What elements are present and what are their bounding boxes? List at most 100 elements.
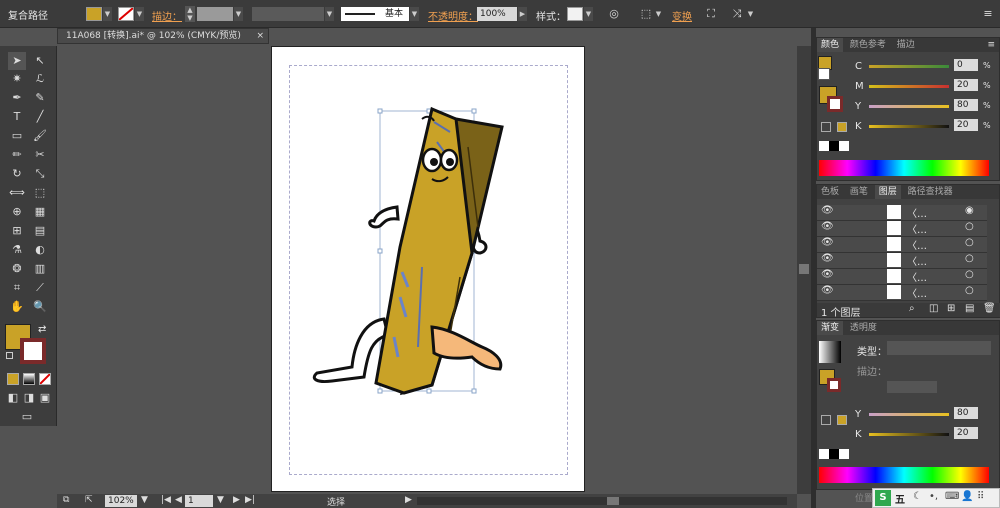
shape-builder-tool-icon[interactable]: ⊕ bbox=[8, 203, 26, 221]
channel-m-value[interactable]: 20 bbox=[954, 79, 978, 91]
stroke-weight-input[interactable] bbox=[197, 7, 233, 21]
new-sublayer-icon[interactable]: ⊞ bbox=[947, 303, 955, 314]
next-artboard-button[interactable]: ▶ bbox=[233, 495, 240, 505]
gradient-tool-icon[interactable]: ▤ bbox=[31, 222, 49, 240]
scale-tool-icon[interactable]: ⤡ bbox=[31, 165, 49, 183]
direct-selection-tool-icon[interactable]: ↖ bbox=[31, 52, 49, 70]
tab-transparency[interactable]: 透明度 bbox=[846, 321, 881, 335]
zoom-tool-icon[interactable]: 🔍 bbox=[31, 298, 49, 316]
tab-pathfinder[interactable]: 路径查找器 bbox=[904, 185, 957, 199]
channel-c-slider[interactable] bbox=[869, 65, 949, 68]
transform-link[interactable]: 变换 bbox=[672, 8, 692, 23]
style-dropdown[interactable]: ▼ bbox=[584, 7, 593, 21]
color-spectrum[interactable] bbox=[819, 160, 989, 176]
zoom-input[interactable]: 102% bbox=[105, 495, 137, 507]
ime-user-icon[interactable]: 👤 bbox=[961, 491, 973, 502]
gradient-black-swatch[interactable] bbox=[829, 449, 839, 459]
horizontal-scrollbar[interactable] bbox=[417, 497, 787, 505]
ime-moon-icon[interactable]: ☾ bbox=[913, 491, 922, 502]
pen-tool-icon[interactable]: ✒ bbox=[8, 89, 26, 107]
stroke-stepper[interactable]: ▲ ▼ bbox=[185, 6, 195, 22]
channel-k-slider[interactable] bbox=[869, 125, 949, 128]
artboard-number-input[interactable]: 1 bbox=[185, 495, 213, 507]
visibility-eye-icon[interactable]: 👁 bbox=[821, 285, 834, 296]
visibility-eye-icon[interactable]: 👁 bbox=[821, 253, 834, 264]
mesh-tool-icon[interactable]: ⊞ bbox=[8, 222, 26, 240]
recolor-icon[interactable]: ◎ bbox=[606, 6, 622, 22]
stroke-dropdown[interactable]: ▼ bbox=[135, 7, 144, 21]
fill-swatch[interactable] bbox=[86, 7, 102, 21]
curvature-tool-icon[interactable]: ✎ bbox=[31, 89, 49, 107]
variable-width-select[interactable] bbox=[252, 7, 324, 21]
ime-mode[interactable]: 五 bbox=[895, 491, 905, 506]
target-circle-icon[interactable]: ○ bbox=[965, 269, 974, 280]
status-menu-arrow[interactable]: ▶ bbox=[405, 495, 412, 505]
column-graph-tool-icon[interactable]: ▥ bbox=[31, 260, 49, 278]
paintbrush-tool-icon[interactable]: 🖌 bbox=[31, 127, 49, 145]
channel-y-value[interactable]: 80 bbox=[954, 99, 978, 111]
layer-name[interactable]: 〈… bbox=[907, 205, 927, 220]
type-tool-icon[interactable]: T bbox=[8, 108, 26, 126]
draw-inside-icon[interactable]: ▣ bbox=[36, 389, 54, 407]
gradient-stroke-swatch[interactable] bbox=[827, 378, 841, 392]
panel-menu-icon[interactable]: ≡ bbox=[980, 6, 996, 22]
layer-row[interactable]: 👁 〈… ○ bbox=[817, 237, 987, 253]
gamut-swatch[interactable] bbox=[837, 122, 847, 132]
stroke-weight-label[interactable]: 描边： bbox=[152, 8, 182, 23]
gradient-spectrum[interactable] bbox=[819, 467, 989, 483]
free-transform-tool-icon[interactable]: ⬚ bbox=[31, 184, 49, 202]
black-swatch[interactable] bbox=[829, 141, 839, 151]
stroke-swatch[interactable] bbox=[118, 7, 134, 21]
hand-tool-icon[interactable]: ✋ bbox=[8, 298, 26, 316]
gradient-gamut-icon[interactable] bbox=[821, 415, 831, 425]
pencil-tool-icon[interactable]: ✏ bbox=[8, 146, 26, 164]
rectangle-tool-icon[interactable]: ▭ bbox=[8, 127, 26, 145]
color-mode-icon[interactable] bbox=[7, 373, 19, 385]
zoom-dropdown[interactable]: ▼ bbox=[141, 495, 148, 505]
target-circle-icon[interactable]: ○ bbox=[965, 237, 974, 248]
document-tab[interactable]: 11A068 [转换].ai* @ 102% (CMYK/预览) × bbox=[57, 28, 269, 44]
slice-tool-icon[interactable]: ⟋ bbox=[31, 279, 49, 297]
target-circle-icon[interactable]: ○ bbox=[965, 221, 974, 232]
layer-row[interactable]: 👁 〈… ◉ bbox=[817, 205, 987, 221]
layer-row[interactable]: 👁 〈… ○ bbox=[817, 253, 987, 269]
lasso-tool-icon[interactable]: ℒ bbox=[31, 70, 49, 88]
isolate-icon[interactable]: ⛶ bbox=[703, 6, 719, 22]
eyedropper-tool-icon[interactable]: ⚗ bbox=[8, 241, 26, 259]
layer-name[interactable]: 〈… bbox=[907, 285, 927, 300]
target-circle-icon[interactable]: ○ bbox=[965, 285, 974, 296]
new-layer-icon[interactable]: ▤ bbox=[965, 303, 974, 314]
tab-layers[interactable]: 图层 bbox=[874, 185, 901, 199]
tab-color[interactable]: 颜色 bbox=[817, 38, 844, 52]
layer-row[interactable]: 👁 〈… ○ bbox=[817, 221, 987, 237]
ime-punct-icon[interactable]: •, bbox=[929, 491, 938, 502]
tab-color-guide[interactable]: 颜色参考 bbox=[846, 38, 890, 52]
none-mode-icon[interactable] bbox=[39, 373, 51, 385]
visibility-eye-icon[interactable]: 👁 bbox=[821, 221, 834, 232]
brush-profile-select[interactable]: 基本 bbox=[341, 7, 409, 21]
ime-menu-icon[interactable]: ⠿ bbox=[977, 491, 984, 502]
close-tab-icon[interactable]: × bbox=[256, 29, 264, 43]
vertical-scrollbar[interactable] bbox=[797, 46, 811, 494]
prev-artboard-button[interactable]: ◀ bbox=[175, 495, 182, 505]
options-dropdown[interactable]: ▼ bbox=[746, 7, 755, 21]
delete-layer-icon[interactable]: 🗑 bbox=[983, 303, 996, 314]
line-tool-icon[interactable]: ╱ bbox=[31, 108, 49, 126]
selection-tool-icon[interactable]: ➤ bbox=[8, 52, 26, 70]
swap-colors-icon[interactable]: ⇄ bbox=[38, 324, 46, 335]
opacity-input[interactable]: 100% bbox=[477, 7, 517, 21]
panel-stroke-swatch[interactable] bbox=[827, 96, 843, 112]
tab-brushes[interactable]: 画笔 bbox=[846, 185, 872, 199]
out-of-gamut-icon[interactable] bbox=[821, 122, 831, 132]
stroke-weight-dropdown[interactable]: ▼ bbox=[234, 7, 243, 21]
brush-profile-dropdown[interactable]: ▼ bbox=[410, 7, 419, 21]
ime-keyboard-icon[interactable]: ⌨ bbox=[945, 491, 959, 502]
gradient-gamut-swatch[interactable] bbox=[837, 415, 847, 425]
stroke-color-box[interactable] bbox=[20, 338, 46, 364]
opacity-dropdown[interactable]: ▶ bbox=[518, 7, 527, 21]
layer-name[interactable]: 〈… bbox=[907, 221, 927, 236]
mini-none-icon[interactable] bbox=[818, 68, 830, 80]
angle-input[interactable] bbox=[887, 381, 937, 393]
visibility-eye-icon[interactable]: 👁 bbox=[821, 269, 834, 280]
artboard-navigator-icon[interactable]: ⧉ bbox=[63, 495, 69, 505]
